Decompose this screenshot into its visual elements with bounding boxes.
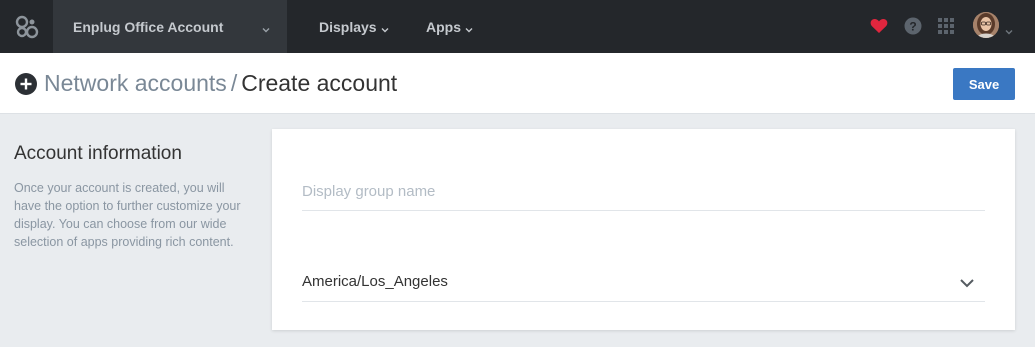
timezone-select[interactable]: America/Los_Angeles [302,262,985,302]
nav-apps-label: Apps [426,18,461,35]
breadcrumb-network-accounts[interactable]: Network accounts [44,70,227,96]
avatar[interactable] [973,12,999,38]
apps-grid-icon[interactable] [934,14,958,38]
nav-displays[interactable]: Displays [319,0,389,53]
breadcrumb: Network accounts / Create account [44,68,397,98]
nav-displays-label: Displays [319,18,377,35]
section-title: Account information [14,143,182,164]
nav-apps[interactable]: Apps [426,0,473,53]
page-title: Create account [241,70,398,96]
account-switcher[interactable]: Enplug Office Account [53,0,287,53]
help-icon[interactable]: ? [901,14,925,38]
save-button[interactable]: Save [953,68,1015,100]
top-navigation-bar: Enplug Office Account Displays Apps ? [0,0,1035,53]
breadcrumb-separator: / [230,70,238,96]
chevron-down-icon [262,20,270,38]
chevron-down-icon [381,20,389,36]
heart-icon[interactable] [867,14,891,38]
account-form-card: America/Los_Angeles [272,129,1015,330]
chevron-down-icon [465,20,473,36]
svg-text:?: ? [909,20,916,34]
chevron-down-icon [959,275,975,293]
chevron-down-icon[interactable] [1005,22,1013,40]
timezone-value: America/Los_Angeles [302,273,448,290]
display-group-name-input[interactable] [302,173,985,211]
add-circle-icon [15,73,37,95]
page-header: Network accounts / Create account Save [0,53,1035,114]
logo-icon[interactable] [0,0,53,53]
account-name: Enplug Office Account [73,18,224,35]
section-description: Once your account is created, you will h… [14,181,241,249]
